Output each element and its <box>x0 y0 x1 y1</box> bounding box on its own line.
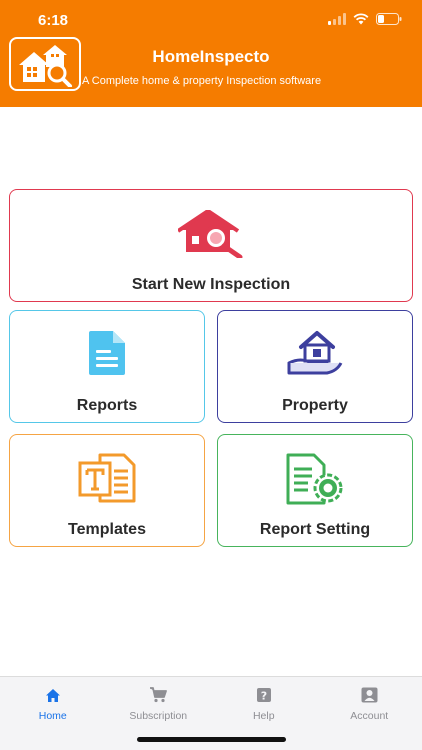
templates-label: Templates <box>68 521 146 538</box>
tab-home-label: Home <box>38 710 67 722</box>
status-bar: 6:18 <box>0 0 422 40</box>
templates-button[interactable]: Templates <box>9 434 205 547</box>
house-search-icon <box>178 210 243 258</box>
house-hand-icon <box>287 331 343 375</box>
reports-button[interactable]: Reports <box>9 310 205 423</box>
report-setting-button[interactable]: Report Setting <box>217 434 413 547</box>
tab-subscription-label: Subscription <box>129 710 188 722</box>
account-icon <box>360 686 378 704</box>
help-icon: ? <box>255 686 273 704</box>
wifi-icon <box>353 13 369 25</box>
tab-home[interactable]: Home <box>0 677 106 729</box>
reports-label: Reports <box>76 397 138 414</box>
tab-help[interactable]: ? Help <box>211 677 317 729</box>
status-time: 6:18 <box>38 12 69 29</box>
app-title: HomeInspecto <box>152 47 270 66</box>
home-icon <box>44 686 62 704</box>
status-icons <box>328 13 402 25</box>
svg-text:?: ? <box>261 690 267 703</box>
template-icon <box>78 453 136 503</box>
tab-account[interactable]: Account <box>317 677 422 729</box>
property-label: Property <box>282 397 348 414</box>
app-header: 6:18 HomeInspecto A Complete home & prop… <box>0 0 422 107</box>
tab-account-label: Account <box>350 710 389 722</box>
property-button[interactable]: Property <box>217 310 413 423</box>
signal-icon <box>328 13 346 25</box>
home-indicator <box>137 737 286 742</box>
cart-icon <box>149 686 168 704</box>
start-new-inspection-label: Start New Inspection <box>131 276 291 293</box>
start-new-inspection-button[interactable]: Start New Inspection <box>9 189 413 302</box>
app-subtitle: A Complete home & property Inspection so… <box>82 75 322 87</box>
document-gear-icon <box>286 453 343 505</box>
tab-help-label: Help <box>252 710 275 722</box>
report-setting-label: Report Setting <box>259 521 371 538</box>
battery-icon <box>376 13 402 25</box>
document-icon <box>89 331 125 375</box>
tab-subscription[interactable]: Subscription <box>106 677 212 729</box>
